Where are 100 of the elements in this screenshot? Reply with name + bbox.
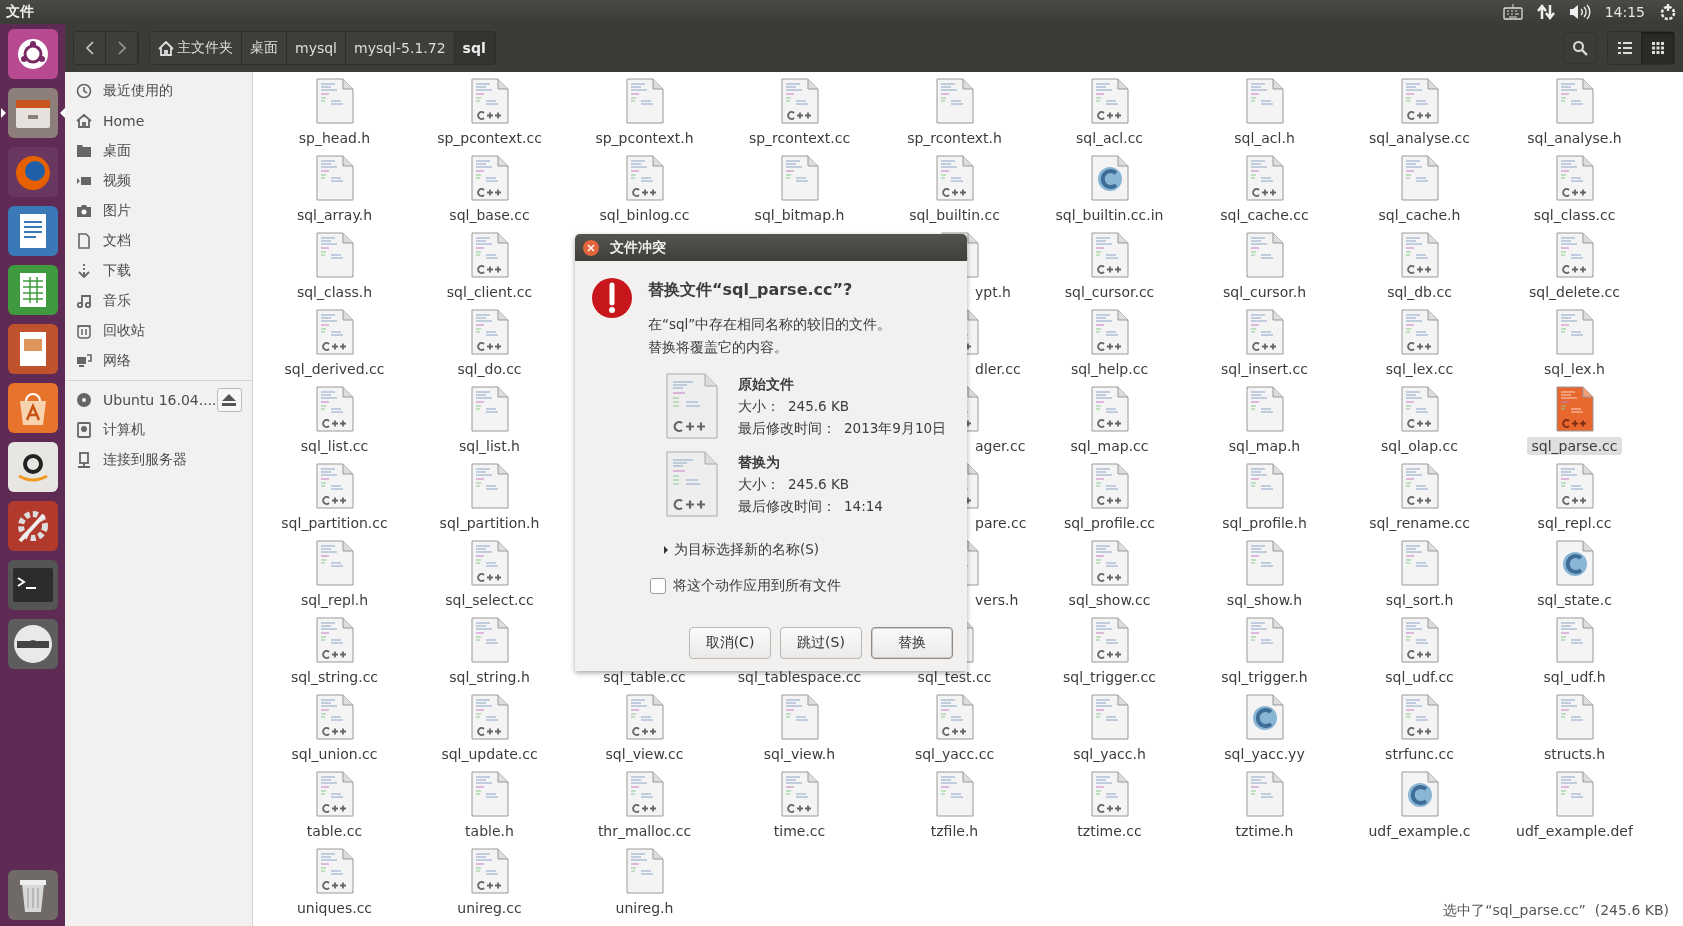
sidebar-item[interactable]: Ubuntu 16.04.... bbox=[65, 385, 252, 415]
amazon-launcher-icon[interactable] bbox=[7, 442, 58, 492]
file-name[interactable]: sql_test.cc bbox=[913, 668, 996, 686]
file-name[interactable]: tzfile.h bbox=[926, 822, 983, 840]
file-name[interactable]: sql_yacc.yy bbox=[1220, 745, 1309, 763]
cpp-file-icon[interactable] bbox=[1400, 463, 1439, 509]
cpp-file-icon[interactable] bbox=[625, 155, 664, 201]
file-name[interactable]: tztime.h bbox=[1231, 822, 1298, 840]
volume-icon[interactable] bbox=[1568, 4, 1591, 20]
file-name[interactable]: sql_binlog.cc bbox=[595, 206, 694, 224]
sidebar-item[interactable]: Home bbox=[65, 106, 252, 136]
file-name[interactable]: sql_lex.h bbox=[1540, 360, 1609, 378]
file-name[interactable]: strfunc.cc bbox=[1381, 745, 1458, 763]
sidebar-item[interactable]: 连接到服务器 bbox=[65, 445, 252, 475]
file-name[interactable]: sql_cache.h bbox=[1374, 206, 1465, 224]
file-name[interactable]: sql_class.cc bbox=[1529, 206, 1620, 224]
cpp-file-icon[interactable] bbox=[1400, 386, 1439, 432]
file-name[interactable]: sql_profile.cc bbox=[1059, 514, 1160, 532]
file-name[interactable]: sql_array.h bbox=[292, 206, 377, 224]
file-name[interactable]: udf_example.def bbox=[1512, 822, 1637, 840]
cpp-file-icon[interactable] bbox=[1245, 155, 1284, 201]
file-name[interactable]: sql_rename.cc bbox=[1365, 514, 1474, 532]
cpp-file-icon[interactable] bbox=[625, 694, 664, 740]
files-launcher-icon[interactable] bbox=[7, 88, 58, 138]
sidebar-item[interactable]: 桌面 bbox=[65, 136, 252, 166]
file-name[interactable]: sql_acl.cc bbox=[1071, 129, 1148, 147]
sidebar-item[interactable]: 网络 bbox=[65, 346, 252, 376]
sidebar-item[interactable]: 最近使用的 bbox=[65, 76, 252, 106]
path-button[interactable]: sql bbox=[454, 32, 495, 64]
cpp-file-icon[interactable] bbox=[1400, 232, 1439, 278]
file-name[interactable]: sql_cursor.cc bbox=[1060, 283, 1159, 301]
cpp-file-icon[interactable] bbox=[1400, 78, 1439, 124]
file-name[interactable]: sql_do.cc bbox=[453, 360, 526, 378]
file-name[interactable]: sql_parse.cc bbox=[1527, 437, 1622, 455]
eject-button[interactable] bbox=[216, 388, 242, 412]
file-name[interactable]: tztime.cc bbox=[1073, 822, 1146, 840]
cpp-file-icon[interactable] bbox=[935, 694, 974, 740]
c-file-icon[interactable] bbox=[1555, 540, 1594, 586]
sidebar-item[interactable]: 计算机 bbox=[65, 415, 252, 445]
file-name[interactable]: sql_show.h bbox=[1222, 591, 1307, 609]
sidebar-item[interactable]: 视频 bbox=[65, 166, 252, 196]
dvd-launcher-icon[interactable] bbox=[7, 619, 58, 669]
file-name[interactable]: sql_list.cc bbox=[296, 437, 373, 455]
file-name[interactable]: sp_rcontext.cc bbox=[744, 129, 855, 147]
file-name[interactable]: sp_pcontext.cc bbox=[433, 129, 546, 147]
file-name[interactable]: vers.h bbox=[975, 591, 1019, 609]
back-button[interactable] bbox=[74, 32, 106, 64]
file-name[interactable]: sp_rcontext.h bbox=[903, 129, 1006, 147]
file-name[interactable]: sql_bitmap.h bbox=[750, 206, 849, 224]
file-name[interactable]: sql_trigger.cc bbox=[1059, 668, 1160, 686]
file-name[interactable]: sql_delete.cc bbox=[1525, 283, 1624, 301]
file-name[interactable]: sql_tablespace.cc bbox=[733, 668, 866, 686]
cpp-file-icon[interactable] bbox=[1555, 386, 1594, 432]
cpp-file-icon[interactable] bbox=[1245, 309, 1284, 355]
software-launcher-icon[interactable] bbox=[7, 383, 58, 433]
file-name[interactable]: uniques.cc bbox=[292, 899, 377, 917]
file-name[interactable]: unireg.h bbox=[611, 899, 678, 917]
c-file-icon[interactable] bbox=[1245, 694, 1284, 740]
file-name[interactable]: sql_show.cc bbox=[1064, 591, 1155, 609]
launcher-item[interactable] bbox=[0, 88, 65, 138]
cpp-file-icon[interactable] bbox=[470, 848, 509, 894]
impress-launcher-icon[interactable] bbox=[7, 324, 58, 374]
cpp-file-icon[interactable] bbox=[1090, 771, 1129, 817]
cpp-file-icon[interactable] bbox=[1090, 232, 1129, 278]
sidebar-item[interactable]: 下载 bbox=[65, 256, 252, 286]
cpp-file-icon[interactable] bbox=[1555, 232, 1594, 278]
file-name[interactable]: sql_repl.h bbox=[296, 591, 373, 609]
cpp-file-icon[interactable] bbox=[625, 771, 664, 817]
cpp-file-icon[interactable] bbox=[470, 694, 509, 740]
cpp-file-icon[interactable] bbox=[315, 694, 354, 740]
file-name[interactable]: sql_union.cc bbox=[287, 745, 382, 763]
file-name[interactable]: dler.cc bbox=[975, 360, 1021, 378]
sidebar-item[interactable]: 文档 bbox=[65, 226, 252, 256]
file-name[interactable]: sql_insert.cc bbox=[1217, 360, 1312, 378]
cpp-file-icon[interactable] bbox=[315, 617, 354, 663]
file-name[interactable]: sql_string.h bbox=[445, 668, 534, 686]
file-name[interactable]: ager.cc bbox=[975, 437, 1026, 455]
file-name[interactable]: sp_pcontext.h bbox=[591, 129, 698, 147]
file-name[interactable]: sql_udf.cc bbox=[1381, 668, 1458, 686]
cpp-file-icon[interactable] bbox=[1555, 155, 1594, 201]
terminal-launcher-icon[interactable] bbox=[7, 560, 58, 610]
path-button[interactable]: 主文件夹 bbox=[150, 32, 242, 64]
cpp-file-icon[interactable] bbox=[470, 232, 509, 278]
file-name[interactable]: sql_db.cc bbox=[1383, 283, 1456, 301]
file-name[interactable]: sp_head.h bbox=[294, 129, 375, 147]
file-name[interactable]: ypt.h bbox=[975, 283, 1011, 301]
file-name[interactable]: sql_lex.cc bbox=[1381, 360, 1458, 378]
file-name[interactable]: sql_analyse.h bbox=[1523, 129, 1626, 147]
file-name[interactable]: table.h bbox=[461, 822, 518, 840]
file-name[interactable]: sql_repl.cc bbox=[1533, 514, 1616, 532]
file-name[interactable]: sql_table.cc bbox=[599, 668, 690, 686]
file-name[interactable]: sql_trigger.h bbox=[1217, 668, 1312, 686]
sidebar-item[interactable]: 图片 bbox=[65, 196, 252, 226]
file-name[interactable]: sql_list.h bbox=[455, 437, 524, 455]
file-name[interactable]: sql_analyse.cc bbox=[1365, 129, 1474, 147]
cpp-file-icon[interactable] bbox=[1090, 617, 1129, 663]
network-arrows-icon[interactable] bbox=[1536, 4, 1555, 20]
file-name[interactable]: sql_partition.cc bbox=[277, 514, 392, 532]
clock[interactable]: 14:15 bbox=[1604, 4, 1645, 20]
dialog-button[interactable]: 取消(C) bbox=[689, 627, 771, 659]
